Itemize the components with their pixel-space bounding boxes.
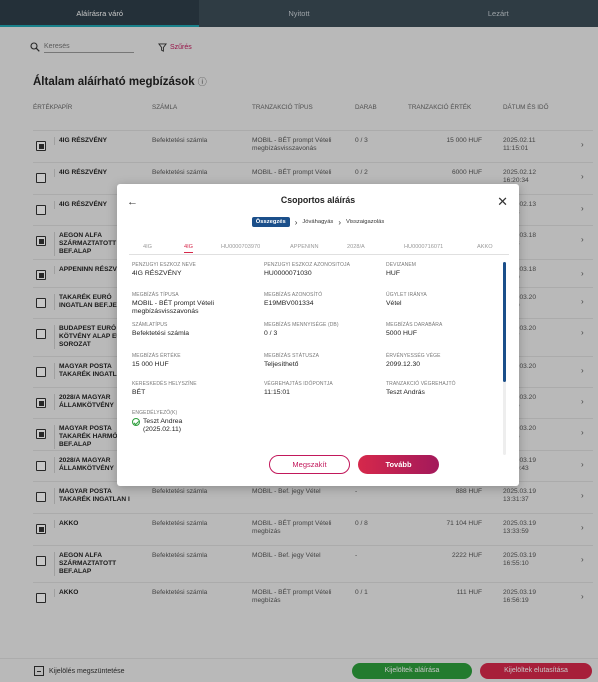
detail-field: MEGBÍZÁS MENNYISÉGE (DB) 0 / 3 (264, 322, 382, 338)
field-label: MEGBÍZÁS STÁTUSZA (264, 353, 320, 359)
field-value: 15 000 HUF (132, 361, 169, 368)
asset-tab-active[interactable]: 4IG (184, 244, 194, 253)
field-label: KERESKEDÉS HELYSZÍNE (132, 381, 197, 387)
field-value: MOBIL - BÉT prompt Vételi megbízásvissza… (132, 300, 214, 315)
detail-field: ÜGYLET IRÁNYA Vétel (386, 292, 492, 308)
field-value: E19MBV001334 (264, 300, 314, 307)
detail-field: PÉNZÜGYI ESZKÖZ NEVE 4IG RÉSZVÉNY (132, 262, 250, 278)
details-scrollbar[interactable] (503, 262, 506, 455)
step-approval: Jóváhagyás (302, 219, 334, 225)
asset-tabs: 4IG 4IG HU0000703970 APPENINN 2028/A HU0… (129, 244, 509, 255)
detail-field: TRANZAKCIÓ VÉGREHAJTÓ Teszt András (386, 381, 492, 397)
field-label: MEGBÍZÁS TÍPUSA (132, 292, 179, 298)
detail-field: PÉNZÜGYI ESZKÖZ AZONOSÍTÓJA HU0000071030 (264, 262, 382, 278)
approvers-field: ENGEDÉLYEZŐ(K) Teszt Andrea (2025.02.11) (132, 410, 250, 434)
field-label: MEGBÍZÁS AZONOSÍTÓ (264, 292, 323, 298)
step-confirmation: Visszaigazolás (346, 219, 385, 225)
chevron-right-icon: › (294, 217, 298, 227)
field-label: MEGBÍZÁS MENNYISÉGE (DB) (264, 322, 339, 328)
detail-field: MEGBÍZÁS AZONOSÍTÓ E19MBV001334 (264, 292, 382, 308)
field-value: 4IG RÉSZVÉNY (132, 270, 182, 277)
field-value: Befektetési számla (132, 330, 190, 337)
approver-name: Teszt Andrea (143, 418, 183, 425)
field-value: 11:15:01 (264, 389, 290, 396)
field-label: MEGBÍZÁS DARABÁRA (386, 322, 443, 328)
group-sign-modal: ← Csoportos aláírás ✕ Összegzés › Jóváha… (117, 184, 519, 486)
asset-tab[interactable]: 4IG (143, 244, 152, 250)
asset-tab[interactable]: 2028/A (347, 244, 365, 250)
approver-value: Teszt Andrea (2025.02.11) (143, 418, 182, 434)
asset-tab[interactable]: HU0000716071 (404, 244, 443, 250)
field-value: HU0000071030 (264, 270, 312, 277)
field-value: Teszt András (386, 389, 425, 396)
field-value: 5000 HUF (386, 330, 417, 337)
field-value: BÉT (132, 389, 146, 396)
field-label: PÉNZÜGYI ESZKÖZ NEVE (132, 262, 196, 268)
stepper: Összegzés › Jóváhagyás › Visszaigazolás (117, 217, 519, 227)
cancel-button[interactable]: Megszakít (269, 455, 350, 474)
asset-tab[interactable]: APPENINN (290, 244, 319, 250)
detail-field: MEGBÍZÁS ÉRTÉKE 15 000 HUF (132, 353, 250, 369)
field-label: PÉNZÜGYI ESZKÖZ AZONOSÍTÓJA (264, 262, 351, 268)
detail-field: ÉRVÉNYESSÉG VÉGE 2099.12.30 (386, 353, 492, 369)
field-label: SZÁMLATÍPUS (132, 322, 168, 328)
field-label: ÜGYLET IRÁNYA (386, 292, 427, 298)
field-value: HUF (386, 270, 400, 277)
approver-entry: Teszt Andrea (2025.02.11) (132, 418, 250, 434)
next-button[interactable]: Tovább (358, 455, 439, 474)
field-label: ÉRVÉNYESSÉG VÉGE (386, 353, 441, 359)
field-value: Vétel (386, 300, 402, 307)
field-label: TRANZAKCIÓ VÉGREHAJTÓ (386, 381, 456, 387)
detail-field: MEGBÍZÁS STÁTUSZA Teljesíthető (264, 353, 382, 369)
field-label: DEVIZANEM (386, 262, 417, 268)
detail-field: MEGBÍZÁS DARABÁRA 5000 HUF (386, 322, 492, 338)
field-label: ENGEDÉLYEZŐ(K) (132, 410, 178, 416)
modal-title: Csoportos aláírás (280, 195, 356, 205)
field-value: 0 / 3 (264, 330, 278, 337)
check-circle-icon (132, 418, 140, 426)
field-value: 2099.12.30 (386, 361, 421, 368)
close-icon[interactable]: ✕ (497, 194, 508, 210)
scrollbar-thumb[interactable] (503, 262, 506, 382)
approver-date: (2025.02.11) (143, 426, 182, 433)
detail-field: VÉGREHAJTÁS IDŐPONTJA 11:15:01 (264, 381, 382, 397)
detail-field: DEVIZANEM HUF (386, 262, 492, 278)
detail-field: MEGBÍZÁS TÍPUSA MOBIL - BÉT prompt Vételi… (132, 292, 250, 316)
field-value: Teljesíthető (264, 361, 299, 368)
field-label: VÉGREHAJTÁS IDŐPONTJA (264, 381, 333, 387)
detail-field: SZÁMLATÍPUS Befektetési számla (132, 322, 250, 338)
detail-field: KERESKEDÉS HELYSZÍNE BÉT (132, 381, 250, 397)
chevron-right-icon: › (338, 217, 341, 227)
step-summary: Összegzés (251, 217, 290, 227)
field-label: MEGBÍZÁS ÉRTÉKE (132, 353, 181, 359)
asset-tab[interactable]: AKKO (477, 244, 493, 250)
asset-tab[interactable]: HU0000703970 (221, 244, 260, 250)
order-details: PÉNZÜGYI ESZKÖZ NEVE 4IG RÉSZVÉNY PÉNZÜGYI… (132, 262, 492, 455)
